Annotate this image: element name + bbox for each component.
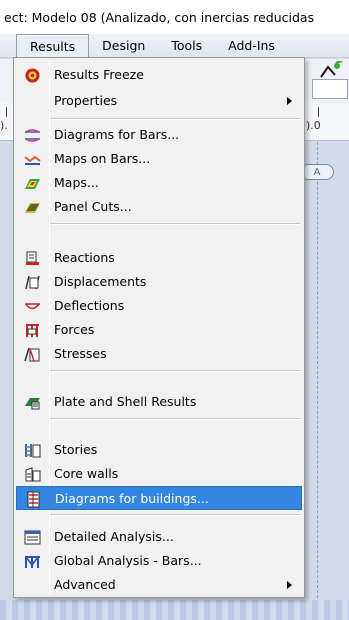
submenu-arrow-icon [287,581,292,589]
menu-item-label: Core walls [54,466,119,481]
menu-item-reactions[interactable]: Reactions [16,246,302,270]
menu-add-ins[interactable]: Add-Ins [215,34,288,57]
bar-map-icon [24,155,41,165]
menu-item-label: Results Freeze [54,67,144,82]
submenu-arrow-icon [287,97,292,105]
menu-item-advanced[interactable]: Advanced [16,573,302,597]
window-title: ect: Modelo 08 (Analizado, con inercias … [0,0,349,34]
panel-cuts-icon [25,203,40,213]
menu-item-label: Advanced [54,577,116,592]
menu-item-label: Forces [54,322,95,337]
freeze-icon [25,68,40,83]
menu-item-label: Stories [54,442,98,457]
menu-separator [50,514,300,516]
menu-tools[interactable]: Tools [158,34,215,57]
menu-item-label: Plate and Shell Results [54,394,197,409]
menu-item-panel-cuts[interactable]: Panel Cuts... [16,195,302,219]
menu-item-label: Reactions [54,250,115,265]
menu-item-deflections[interactable]: Deflections [16,294,302,318]
menu-item-results-freeze[interactable]: Results Freeze [16,63,302,87]
toolbar-field[interactable] [312,79,348,99]
ruler-tick [6,107,7,117]
stresses-icon [24,347,40,362]
detailed-analysis-icon [24,530,41,545]
plate-shell-icon [25,398,40,410]
pivot-tool-icon[interactable] [318,61,344,79]
results-menu: Results Freeze Properties Diagrams for B… [13,57,305,598]
menu-item-stories[interactable]: Stories [16,438,302,462]
building-diagram-icon [27,491,40,508]
menu-item-label: Global Analysis - Bars... [54,553,202,568]
axis-bubble[interactable]: A [300,164,334,180]
menu-item-label: Properties [54,93,118,108]
menu-item-maps-on-bars[interactable]: Maps on Bars... [16,147,302,171]
deflections-icon [25,303,40,310]
bottom-strip [0,600,349,620]
menu-item-label: Displacements [54,274,147,289]
menu-separator [50,223,300,225]
menu-item-plate-shell-results[interactable]: Plate and Shell Results [16,390,302,414]
menu-item-label: Diagrams for Bars... [54,127,180,142]
menu-item-label: Stresses [54,346,107,361]
stories-icon [25,444,41,458]
menu-item-forces[interactable]: Forces [16,318,302,342]
displacements-icon [25,275,40,290]
forces-icon [26,324,39,337]
menu-item-displacements[interactable]: Displacements [16,270,302,294]
menu-item-diagrams-for-bars[interactable]: Diagrams for Bars... [16,123,302,147]
global-analysis-icon [25,556,40,568]
menu-item-properties[interactable]: Properties [16,89,302,113]
menu-item-diagrams-for-buildings[interactable]: Diagrams for buildings... [16,486,302,510]
menu-item-label: Detailed Analysis... [54,529,174,544]
ruler-tick [318,107,319,117]
menu-item-label: Maps on Bars... [54,151,151,166]
menu-item-label: Panel Cuts... [54,199,132,214]
ruler-label-right: ).0 [306,119,321,132]
menu-item-detailed-analysis[interactable]: Detailed Analysis... [16,525,302,549]
core-walls-icon [25,467,41,482]
menu-item-label: Maps... [54,175,99,190]
menu-item-core-walls[interactable]: Core walls [16,462,302,486]
ruler-label-left: ). [0,119,8,132]
menu-item-maps[interactable]: Maps... [16,171,302,195]
menu-separator [50,418,300,420]
menu-item-global-analysis-bars[interactable]: Global Analysis - Bars... [16,549,302,573]
menu-item-label: Diagrams for buildings... [55,491,209,506]
menu-separator [50,118,300,120]
menu-separator [50,370,300,372]
grid-line [317,142,318,598]
bar-diagram-icon [25,129,40,142]
maps-icon [25,179,40,189]
menubar: Results Design Tools Add-Ins [0,34,349,58]
menu-results[interactable]: Results [16,34,90,57]
menu-item-stresses[interactable]: Stresses [16,342,302,366]
menu-design[interactable]: Design [89,34,158,57]
menu-item-label: Deflections [54,298,125,313]
reactions-icon [26,251,39,265]
